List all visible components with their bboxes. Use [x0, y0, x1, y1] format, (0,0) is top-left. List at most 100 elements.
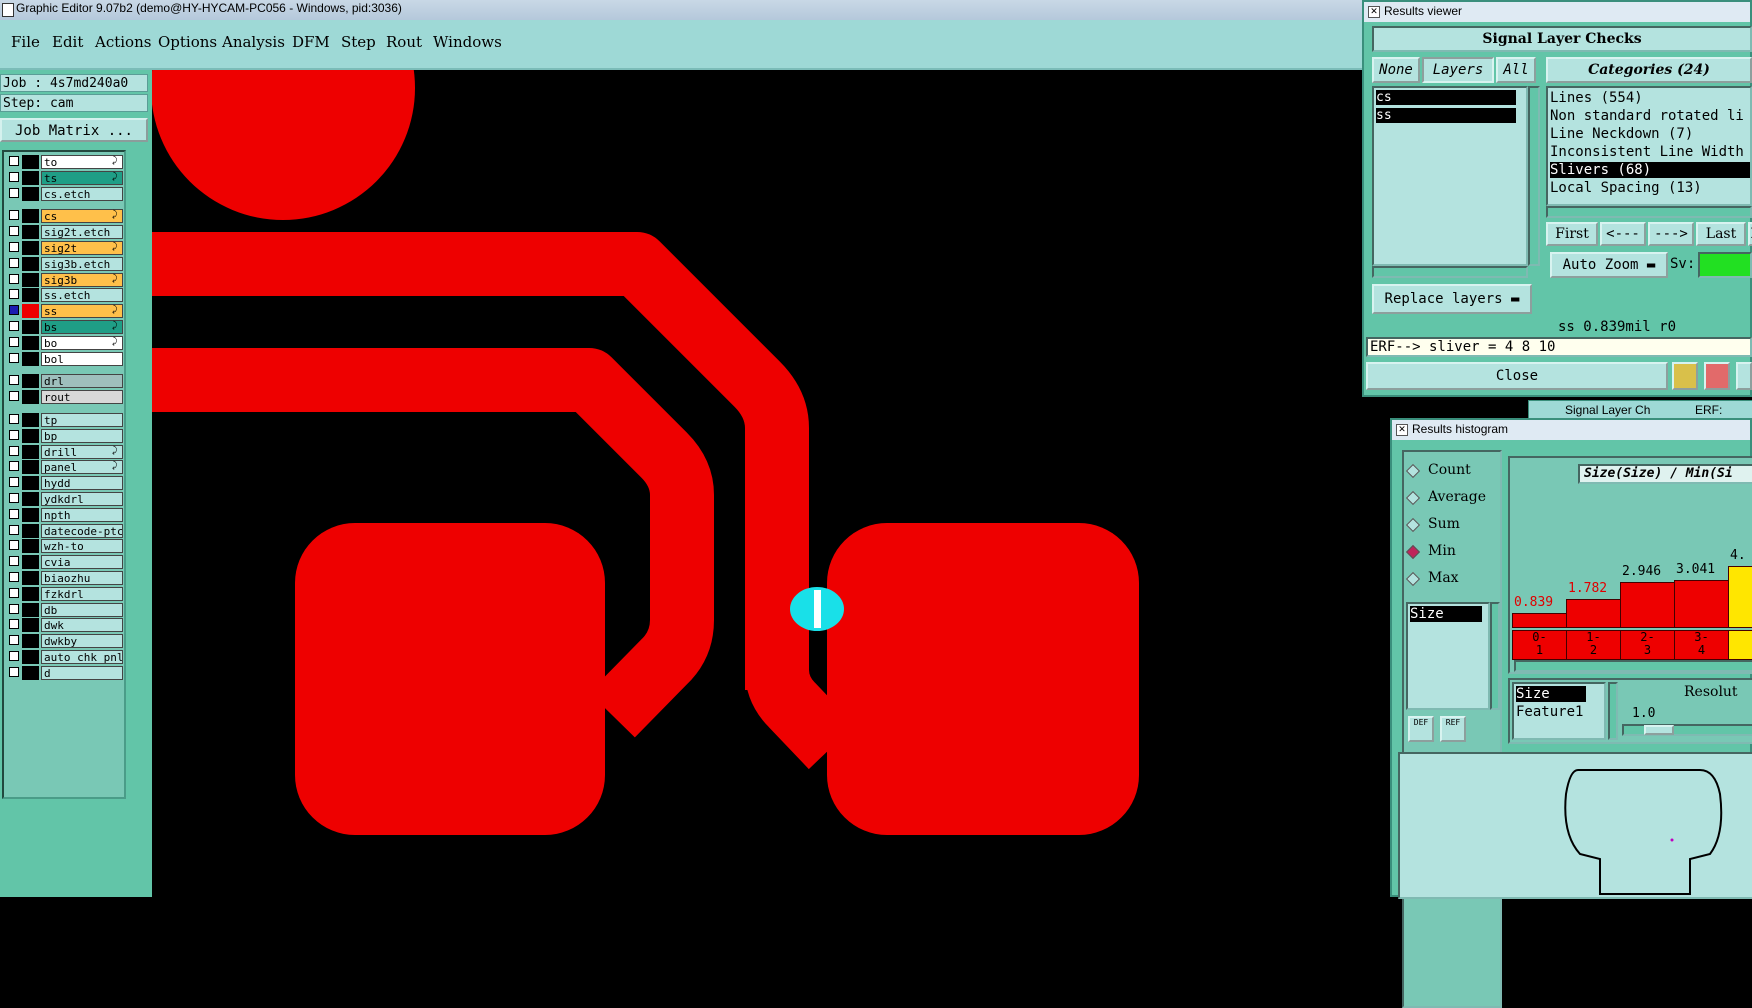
layer-checkbox[interactable]	[9, 391, 19, 402]
layer-row[interactable]: dwkby	[6, 634, 123, 649]
layer-row[interactable]: ss ⤸	[6, 304, 123, 319]
layer-row[interactable]: datecode-ptc	[6, 523, 123, 538]
layer-color-swatch[interactable]	[22, 320, 39, 334]
category-item[interactable]: Inconsistent Line Width	[1550, 144, 1744, 160]
layer-list-scrollbar[interactable]	[1528, 86, 1540, 266]
layer-checkbox[interactable]	[9, 556, 19, 567]
first-button[interactable]: First	[1546, 222, 1598, 246]
layer-name[interactable]: dwkby	[41, 634, 123, 649]
layer-name[interactable]: tp	[41, 413, 123, 427]
layer-name[interactable]: bol	[41, 351, 123, 366]
menu-rout[interactable]: Rout	[386, 33, 422, 51]
layer-name[interactable]: drill	[41, 444, 123, 459]
layer-color-swatch[interactable]	[22, 586, 39, 601]
category-item[interactable]: Line Neckdown (7)	[1550, 126, 1693, 142]
layer-row[interactable]: bo ⤸	[6, 335, 123, 350]
layer-row[interactable]: sig2t.etch	[6, 225, 123, 240]
layer-checkbox[interactable]	[9, 619, 19, 630]
layer-checkbox[interactable]	[9, 603, 19, 614]
size-list-scrollbar[interactable]	[1490, 602, 1500, 710]
ref-icon[interactable]: REF	[1440, 716, 1466, 742]
layer-result-item[interactable]: cs	[1376, 90, 1516, 105]
layer-name[interactable]: hydd	[41, 476, 123, 491]
layer-name[interactable]: ydkdrl	[41, 492, 123, 506]
layer-color-swatch[interactable]	[22, 335, 39, 350]
layer-color-swatch[interactable]	[22, 170, 39, 185]
layer-color-swatch[interactable]	[22, 539, 39, 554]
layer-checkbox[interactable]	[9, 461, 19, 472]
layer-checkbox[interactable]	[9, 666, 19, 677]
layer-color-swatch[interactable]	[22, 634, 39, 649]
layer-color-swatch[interactable]	[22, 555, 39, 570]
layer-color-swatch[interactable]	[22, 665, 39, 680]
figure-icon[interactable]	[1672, 362, 1698, 390]
layer-name[interactable]: ts	[41, 170, 123, 185]
layer-color-swatch[interactable]	[22, 374, 39, 389]
category-list[interactable]: Lines (554) Non standard rotated li Line…	[1546, 86, 1752, 206]
size-list[interactable]: Size	[1406, 602, 1490, 710]
layer-name[interactable]: bp	[41, 428, 123, 443]
layer-name[interactable]: to	[41, 155, 123, 169]
histogram-bar[interactable]	[1674, 580, 1729, 628]
category-item-selected[interactable]: Slivers (68)	[1550, 162, 1750, 178]
layer-name[interactable]: sig2t	[41, 241, 123, 255]
layer-color-swatch[interactable]	[22, 155, 39, 169]
job-matrix-button[interactable]: Job Matrix ...	[0, 118, 148, 142]
layer-color-swatch[interactable]	[22, 186, 39, 201]
layer-color-swatch[interactable]	[22, 256, 39, 271]
layer-checkbox[interactable]	[9, 242, 19, 252]
layer-row[interactable]: drl	[6, 374, 123, 389]
layer-checkbox[interactable]	[9, 524, 19, 535]
layer-color-swatch[interactable]	[22, 618, 39, 633]
menu-edit[interactable]: Edit	[52, 33, 83, 51]
layer-color-swatch[interactable]	[22, 225, 39, 240]
layer-checkbox[interactable]	[9, 375, 19, 386]
category-item[interactable]: Local Spacing (13)	[1550, 180, 1702, 196]
layer-row[interactable]: to ⤸	[6, 155, 123, 169]
graphics-canvas[interactable]	[151, 0, 1365, 897]
layer-row[interactable]: bol	[6, 351, 123, 366]
layer-name[interactable]: wzh-to	[41, 539, 123, 554]
layer-name[interactable]: panel	[41, 460, 123, 475]
layer-name[interactable]: dwk	[41, 618, 123, 633]
layer-color-swatch[interactable]	[22, 460, 39, 475]
layer-checkbox[interactable]	[9, 508, 19, 519]
category-hscrollbar[interactable]	[1546, 206, 1752, 218]
layer-color-swatch[interactable]	[22, 288, 39, 303]
layer-name[interactable]: bo	[41, 335, 123, 350]
layer-name[interactable]: d	[41, 665, 123, 680]
layer-checkbox[interactable]	[9, 493, 19, 503]
layer-name[interactable]: sig3b.etch	[41, 256, 123, 271]
layer-row[interactable]: bp	[6, 428, 123, 443]
layer-checkbox[interactable]	[9, 321, 19, 331]
more-button[interactable]: I	[1748, 222, 1752, 246]
layer-name[interactable]: drl	[41, 374, 123, 389]
layer-color-swatch[interactable]	[22, 571, 39, 585]
menu-file[interactable]: File	[11, 33, 40, 51]
category-item[interactable]: Non standard rotated li	[1550, 108, 1744, 124]
layer-color-swatch[interactable]	[22, 272, 39, 287]
layers-button[interactable]: Layers	[1422, 57, 1494, 83]
size-list-item[interactable]: Size	[1410, 606, 1482, 622]
layer-row[interactable]: biaozhu	[6, 571, 123, 585]
layer-checkbox[interactable]	[9, 273, 19, 284]
layer-row[interactable]: ts ⤸	[6, 170, 123, 185]
layer-row[interactable]: rout	[6, 390, 123, 405]
category-item[interactable]: Lines (554)	[1550, 90, 1643, 106]
layer-checkbox[interactable]	[9, 226, 19, 237]
menu-windows[interactable]: Windows	[433, 33, 502, 51]
layer-color-swatch[interactable]	[22, 428, 39, 443]
layer-color-swatch[interactable]	[22, 444, 39, 459]
close-x-icon[interactable]: ✕	[1368, 6, 1380, 18]
menu-options[interactable]: Options	[158, 33, 217, 51]
layer-name[interactable]: cs	[41, 209, 123, 224]
layer-name[interactable]: cvia	[41, 555, 123, 570]
next-button[interactable]: --->	[1648, 222, 1694, 246]
layer-checkbox[interactable]	[9, 257, 19, 268]
layer-row[interactable]: wzh-to	[6, 539, 123, 554]
layer-checkbox[interactable]	[9, 187, 19, 198]
layer-row[interactable]: auto_chk_pnl	[6, 650, 123, 664]
prev-button[interactable]: <---	[1600, 222, 1646, 246]
layer-row[interactable]: sig2t ⤸	[6, 241, 123, 255]
layer-checkbox[interactable]	[9, 477, 19, 488]
